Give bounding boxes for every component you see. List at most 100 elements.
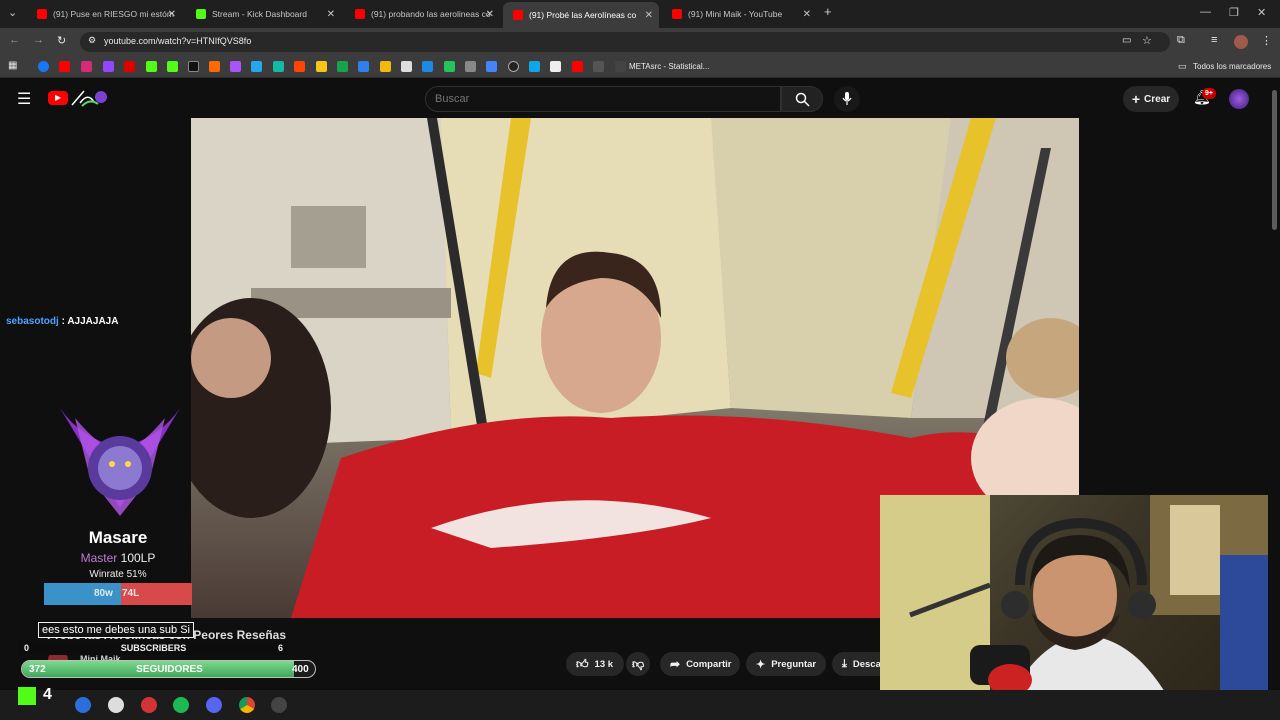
profile-avatar[interactable] [1234, 35, 1248, 49]
binance-icon[interactable] [380, 61, 391, 72]
close-icon[interactable]: ✕ [168, 9, 176, 20]
rank-tier: Master [80, 551, 118, 565]
browser-tab-1[interactable]: (91) Puse en RIESGO mi estóm ✕ [27, 4, 182, 24]
browser-menu-icon[interactable]: ⋮ [1261, 34, 1272, 47]
bookmark-icon[interactable] [422, 61, 433, 72]
create-button[interactable]: + Crear [1123, 86, 1179, 112]
restore-icon[interactable]: ❐ [1229, 6, 1239, 19]
bookmark-icon[interactable] [550, 61, 561, 72]
scrollbar-thumb[interactable] [1272, 90, 1277, 230]
bookmark-icon[interactable] [529, 61, 540, 72]
forward-icon[interactable]: → [33, 34, 44, 46]
youtube-icon[interactable] [59, 61, 70, 72]
rank-lp: 100LP [120, 551, 156, 565]
page-scrollbar[interactable] [1270, 80, 1280, 690]
close-icon[interactable]: ✕ [645, 10, 653, 21]
search-box[interactable] [425, 86, 781, 112]
discord-icon[interactable] [206, 697, 222, 713]
rank-player-name: Masare [88, 528, 148, 547]
app-icon[interactable] [271, 697, 287, 713]
youtube-icon [513, 10, 523, 20]
bookmark-icon[interactable] [465, 61, 476, 72]
bookmark-icon[interactable] [316, 61, 327, 72]
webcam-frame [880, 495, 1268, 720]
browser-tab-5[interactable]: (91) Mini Maik - YouTube ✕ [662, 4, 817, 24]
thumbs-up-icon: 👍︎ [576, 656, 589, 671]
new-tab-icon[interactable]: + [824, 4, 832, 19]
cast-icon[interactable]: ▭ [1122, 35, 1131, 46]
bookmark-icon[interactable] [251, 61, 262, 72]
ask-label: Preguntar [771, 658, 817, 670]
app-icon[interactable] [141, 697, 157, 713]
bookmark-icon[interactable] [337, 61, 348, 72]
bookmark-icon[interactable] [209, 61, 220, 72]
search-input[interactable] [426, 87, 780, 111]
kick-icon[interactable] [167, 61, 178, 72]
kick-logo [18, 687, 36, 705]
back-icon[interactable]: ← [9, 34, 20, 46]
folder-icon: ▭ [1178, 61, 1187, 71]
voice-search-button[interactable] [834, 86, 860, 112]
url-field[interactable]: ⚙ youtube.com/watch?v=HTNIfQVS8fo ▭ ☆ [80, 32, 1170, 52]
bookmark-star-icon[interactable]: ☆ [1142, 34, 1152, 47]
tiktok-icon[interactable] [188, 61, 199, 72]
search-button[interactable] [781, 86, 823, 112]
instagram-icon[interactable] [81, 61, 92, 72]
tab-search-icon[interactable]: ⌄ [8, 6, 17, 19]
bookmark-metasrc[interactable]: METAsrc - Statistical... [629, 62, 709, 71]
share-button[interactable]: ➦ Compartir [660, 652, 740, 676]
reload-icon[interactable]: ↻ [57, 34, 66, 47]
subs-goal: 6 [278, 643, 284, 653]
apps-icon[interactable]: ▦ [8, 60, 17, 71]
close-icon[interactable]: ✕ [327, 9, 335, 20]
bookmark-icon[interactable] [273, 61, 284, 72]
browser-tab-2[interactable]: Stream - Kick Dashboard ✕ [186, 4, 341, 24]
bookmark-icon[interactable] [593, 61, 604, 72]
youtube-icon[interactable] [572, 61, 583, 72]
app-icon[interactable] [108, 697, 124, 713]
bookmark-icon[interactable] [294, 61, 305, 72]
browser-tab-4-active[interactable]: (91) Probé las Aerolíneas co ✕ [503, 2, 659, 28]
wins-count: 80w [94, 588, 113, 599]
subs-label: SUBSCRIBERS [120, 643, 187, 653]
browser-tab-3[interactable]: (91) probando las aerolineas co ✕ [345, 4, 500, 24]
steam-icon[interactable] [75, 697, 91, 713]
bookmark-icon[interactable] [444, 61, 455, 72]
extensions-icon[interactable]: ⧉ [1177, 34, 1185, 47]
account-avatar[interactable] [1229, 89, 1249, 109]
bookmark-icon[interactable] [230, 61, 241, 72]
ask-button[interactable]: ✦ Preguntar [746, 652, 826, 676]
bookmark-icon[interactable] [508, 61, 519, 72]
docs-icon[interactable] [486, 61, 497, 72]
bookmark-icon[interactable] [401, 61, 412, 72]
followers-goal: 400 [292, 664, 309, 675]
win-loss-bar: 80w 74L [44, 583, 192, 605]
dislike-button[interactable]: 👎︎ [626, 652, 650, 676]
close-icon[interactable]: ✕ [803, 9, 811, 20]
kick-icon[interactable] [146, 61, 157, 72]
window-close-icon[interactable]: ✕ [1257, 6, 1266, 19]
sparkle-icon: ✦ [756, 658, 766, 671]
doodle-logo[interactable] [70, 88, 108, 108]
create-label: Crear [1144, 93, 1171, 105]
spotify-icon[interactable] [173, 697, 189, 713]
tab-title: (91) Mini Maik - YouTube [688, 9, 783, 19]
followers-label: SEGUIDORES [136, 664, 203, 675]
reading-list-icon[interactable]: ≡ [1211, 34, 1217, 46]
all-bookmarks-link[interactable]: Todos los marcadores [1193, 62, 1271, 71]
facebook-icon[interactable] [38, 61, 49, 72]
youtube-icon [672, 9, 682, 19]
site-info-icon[interactable]: ⚙ [88, 35, 96, 46]
twitch-icon[interactable] [103, 61, 114, 72]
like-button[interactable]: 👍︎ 13 k [566, 652, 624, 676]
youtube-logo[interactable]: ▶ [48, 91, 68, 105]
chrome-icon[interactable] [239, 697, 255, 713]
bookmark-icon[interactable] [124, 61, 135, 72]
rank-tier-line: Master 100LP [44, 551, 192, 565]
metasrc-icon[interactable] [615, 61, 626, 72]
close-icon[interactable]: ✕ [486, 9, 494, 20]
chat-username: sebasotodj [6, 316, 59, 327]
hamburger-menu-icon[interactable]: ☰ [17, 89, 31, 109]
minimize-icon[interactable]: — [1200, 6, 1211, 18]
bookmark-icon[interactable] [358, 61, 369, 72]
